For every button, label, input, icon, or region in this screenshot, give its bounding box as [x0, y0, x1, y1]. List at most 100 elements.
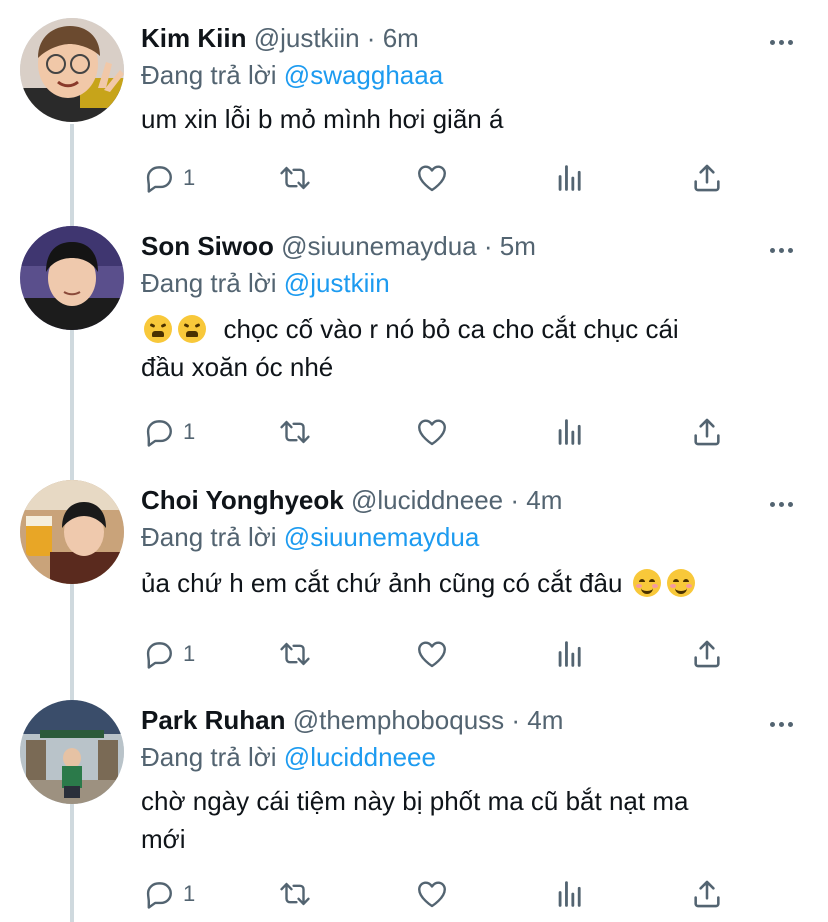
more-icon[interactable]: [768, 494, 808, 518]
tired-face-emoji: [144, 315, 172, 343]
retweet-button[interactable]: [278, 874, 312, 914]
timestamp[interactable]: 6m: [383, 23, 419, 53]
tweet-text-body: ủa chứ h em cắt chứ ảnh cũng có cắt đâu: [141, 568, 623, 598]
like-icon: [415, 637, 449, 671]
tired-face-emoji: [178, 315, 206, 343]
tweet-text: chọc cố vào r nó bỏ ca cho cắt chục cái …: [141, 310, 808, 386]
avatar[interactable]: [20, 18, 124, 122]
views-icon: [553, 877, 587, 911]
tweet-header: Park Ruhan @themphoboquss · 4m: [141, 700, 808, 740]
like-button[interactable]: [415, 412, 449, 452]
reply-icon: [141, 415, 175, 449]
user-handle[interactable]: @luciddneee: [351, 485, 503, 515]
share-icon: [690, 637, 724, 671]
tweet-header: Kim Kiin @justkiin · 6m: [141, 18, 808, 58]
retweet-button[interactable]: [278, 158, 312, 198]
reply-icon: [141, 161, 175, 195]
views-icon: [553, 637, 587, 671]
replying-to: Đang trả lời @luciddneee: [141, 740, 808, 774]
separator: ·: [511, 705, 521, 735]
retweet-icon: [278, 637, 312, 671]
smiling-face-emoji: [632, 569, 661, 597]
like-button[interactable]: [415, 874, 449, 914]
share-button[interactable]: [690, 874, 724, 914]
more-icon[interactable]: [768, 240, 808, 264]
reply-count: 1: [183, 881, 196, 906]
replying-prefix: Đang trả lời: [141, 522, 277, 552]
reply-button[interactable]: 1: [141, 634, 195, 674]
views-icon: [553, 161, 587, 195]
reply-button[interactable]: 1: [141, 158, 195, 198]
share-icon: [690, 877, 724, 911]
tweet-text-line1: chọc cố vào r nó bỏ ca cho cắt chục cái: [223, 314, 679, 344]
tweet-text: chờ ngày cái tiệm này bị phốt ma cũ bắt …: [141, 782, 808, 858]
views-button[interactable]: [553, 874, 587, 914]
display-name[interactable]: Park Ruhan: [141, 705, 286, 735]
mention-link[interactable]: @luciddneee: [284, 742, 436, 772]
like-button[interactable]: [415, 634, 449, 674]
user-handle[interactable]: @justkiin: [254, 23, 360, 53]
action-bar: 1: [141, 634, 741, 674]
action-bar: 1: [141, 158, 741, 198]
action-bar: 1: [141, 874, 741, 914]
separator: ·: [510, 485, 520, 515]
tweet-text: um xin lỗi b mỏ mình hơi giãn á: [141, 104, 504, 134]
replying-prefix: Đang trả lời: [141, 742, 277, 772]
replying-to: Đang trả lời @justkiin: [141, 266, 808, 300]
tweet-text-line2: mới: [141, 824, 186, 854]
like-icon: [415, 415, 449, 449]
more-icon[interactable]: [768, 32, 808, 56]
replying-to: Đang trả lời @swagghaaa: [141, 58, 808, 92]
share-icon: [690, 415, 724, 449]
display-name[interactable]: Kim Kiin: [141, 23, 246, 53]
timestamp[interactable]: 4m: [526, 485, 562, 515]
tweet-header: Son Siwoo @siuunemaydua · 5m: [141, 226, 808, 266]
like-icon: [415, 161, 449, 195]
reply-button[interactable]: 1: [141, 874, 195, 914]
share-icon: [690, 161, 724, 195]
action-bar: 1: [141, 412, 741, 452]
smiling-face-emoji: [666, 569, 695, 597]
like-button[interactable]: [415, 158, 449, 198]
avatar[interactable]: [20, 480, 124, 584]
reply-icon: [141, 637, 175, 671]
avatar[interactable]: [20, 700, 124, 804]
mention-link[interactable]: @siuunemaydua: [284, 522, 480, 552]
timestamp[interactable]: 5m: [500, 231, 536, 261]
more-icon[interactable]: [768, 714, 808, 738]
views-button[interactable]: [553, 412, 587, 452]
tweet-header: Choi Yonghyeok @luciddneee · 4m: [141, 480, 808, 520]
tweet-text-line2: đầu xoăn óc nhé: [141, 352, 334, 382]
replying-prefix: Đang trả lời: [141, 60, 277, 90]
timestamp[interactable]: 4m: [527, 705, 563, 735]
retweet-button[interactable]: [278, 412, 312, 452]
like-icon: [415, 877, 449, 911]
tweet-text: ủa chứ h em cắt chứ ảnh cũng có cắt đâu: [141, 564, 808, 602]
reply-count: 1: [183, 419, 196, 444]
share-button[interactable]: [690, 634, 724, 674]
replying-prefix: Đang trả lời: [141, 268, 277, 298]
avatar[interactable]: [20, 226, 124, 330]
retweet-icon: [278, 161, 312, 195]
views-icon: [553, 415, 587, 449]
views-button[interactable]: [553, 158, 587, 198]
replying-to: Đang trả lời @siuunemaydua: [141, 520, 808, 554]
display-name[interactable]: Son Siwoo: [141, 231, 274, 261]
user-handle[interactable]: @siuunemaydua: [281, 231, 477, 261]
mention-link[interactable]: @justkiin: [284, 268, 390, 298]
reply-count: 1: [183, 641, 196, 666]
user-handle[interactable]: @themphoboquss: [293, 705, 504, 735]
reply-count: 1: [183, 165, 196, 190]
retweet-button[interactable]: [278, 634, 312, 674]
retweet-icon: [278, 877, 312, 911]
reply-button[interactable]: 1: [141, 412, 195, 452]
views-button[interactable]: [553, 634, 587, 674]
separator: ·: [366, 23, 376, 53]
display-name[interactable]: Choi Yonghyeok: [141, 485, 344, 515]
share-button[interactable]: [690, 412, 724, 452]
reply-icon: [141, 877, 175, 911]
mention-link[interactable]: @swagghaaa: [284, 60, 443, 90]
tweet-text-line1: chờ ngày cái tiệm này bị phốt ma cũ bắt …: [141, 786, 689, 816]
share-button[interactable]: [690, 158, 724, 198]
retweet-icon: [278, 415, 312, 449]
